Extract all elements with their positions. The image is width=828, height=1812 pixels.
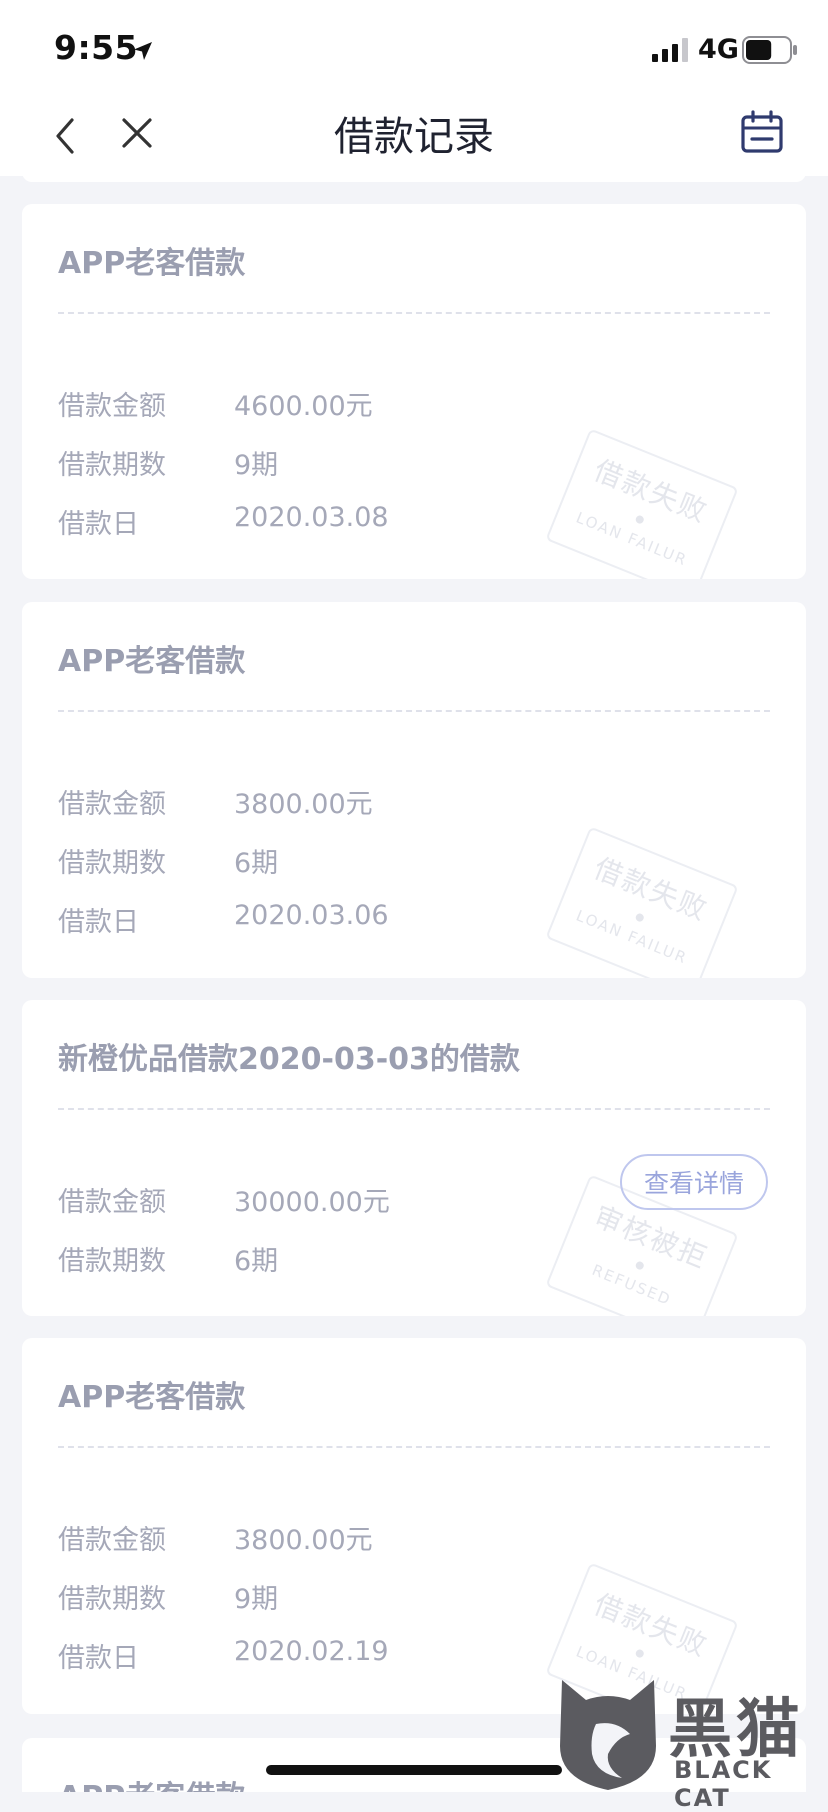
loan-term-row: 借款期数 6期 [58, 841, 618, 881]
loan-term-row: 借款期数 9期 [58, 1577, 618, 1617]
cat-logo-icon [560, 1680, 656, 1790]
loan-term-label: 借款期数 [58, 1584, 166, 1615]
dashed-divider [58, 1108, 770, 1110]
loan-amount-row: 借款金额 30000.00元 [58, 1180, 618, 1220]
loan-amount-label: 借款金额 [58, 1525, 166, 1556]
page-title: 借款记录 [334, 114, 494, 160]
loan-date-row: 借款日 2020.03.08 [58, 502, 618, 542]
previous-record-card-edge [22, 160, 806, 182]
home-indicator[interactable] [266, 1765, 562, 1775]
loan-amount-label: 借款金额 [58, 1187, 166, 1218]
loan-product-title: APP老客借款 [58, 1772, 245, 1792]
view-details-button[interactable]: 查看详情 [620, 1154, 768, 1210]
loan-date-label: 借款日 [58, 1643, 139, 1674]
loan-amount-value: 3800.00元 [234, 1525, 373, 1556]
loan-amount-value: 4600.00元 [234, 391, 373, 422]
loan-date-row: 借款日 2020.03.06 [58, 900, 618, 940]
dashed-divider [58, 710, 770, 712]
loan-term-value: 9期 [234, 1584, 279, 1615]
battery-icon [742, 36, 797, 64]
loan-amount-value: 30000.00元 [234, 1187, 390, 1218]
loan-date-value: 2020.03.08 [234, 502, 389, 533]
loan-date-value: 2020.02.19 [234, 1636, 389, 1667]
status-bar: 9:55 4G [0, 0, 828, 96]
loan-product-title: APP老客借款 [58, 1380, 246, 1415]
loan-record-card[interactable]: APP老客借款 借款失败 LOAN FAILUR 借款金额 4600.00元 借… [22, 204, 806, 579]
loan-amount-row: 借款金额 3800.00元 [58, 782, 618, 822]
loan-amount-label: 借款金额 [58, 789, 166, 820]
loan-product-title: APP老客借款 [58, 246, 246, 281]
loan-date-label: 借款日 [58, 509, 139, 540]
loan-term-label: 借款期数 [58, 1246, 166, 1277]
loan-product-title: 新橙优品借款2020-03-03的借款 [58, 1042, 520, 1077]
calendar-icon[interactable] [740, 110, 784, 154]
loan-record-card[interactable]: APP老客借款 借款失败 LOAN FAILUR 借款金额 3800.00元 借… [22, 1338, 806, 1714]
loan-date-value: 2020.03.06 [234, 900, 389, 931]
loan-term-row: 借款期数 9期 [58, 443, 618, 483]
loan-amount-row: 借款金额 4600.00元 [58, 384, 618, 424]
signal-icon [652, 38, 688, 62]
loan-record-card[interactable]: APP老客借款 借款失败 LOAN FAILUR 借款金额 3800.00元 借… [22, 602, 806, 978]
loan-term-label: 借款期数 [58, 848, 166, 879]
dashed-divider [58, 312, 770, 314]
loan-product-title: APP老客借款 [58, 644, 246, 679]
loan-amount-label: 借款金额 [58, 391, 166, 422]
location-arrow-icon [134, 42, 152, 60]
loan-date-row: 借款日 2020.02.19 [58, 1636, 618, 1676]
network-label: 4G [698, 34, 739, 65]
watermark-subtext: BLACK CAT [674, 1756, 773, 1812]
loan-term-value: 6期 [234, 848, 279, 879]
loan-term-label: 借款期数 [58, 450, 166, 481]
loan-term-row: 借款期数 6期 [58, 1239, 618, 1279]
status-time: 9:55 [54, 28, 139, 67]
dashed-divider [58, 1446, 770, 1448]
loan-term-value: 9期 [234, 450, 279, 481]
loan-record-card[interactable]: 新橙优品借款2020-03-03的借款 审核被拒 REFUSED 查看详情 借款… [22, 1000, 806, 1316]
loan-amount-row: 借款金额 3800.00元 [58, 1518, 618, 1558]
loan-amount-value: 3800.00元 [234, 789, 373, 820]
loan-term-value: 6期 [234, 1246, 279, 1277]
loan-date-label: 借款日 [58, 907, 139, 938]
black-cat-watermark: 黑猫 BLACK CAT [556, 1676, 828, 1812]
